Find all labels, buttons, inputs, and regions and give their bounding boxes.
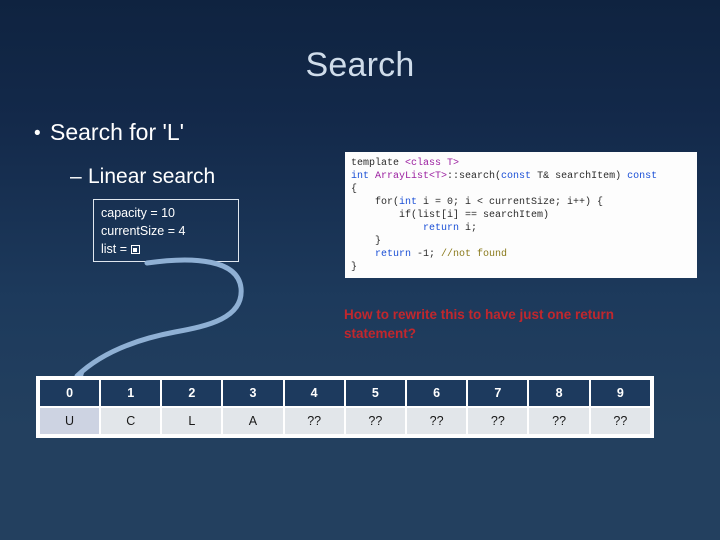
code-line-4: for(int i = 0; i < currentSize; i++) { [351, 196, 697, 209]
array-value-cell: ?? [345, 408, 405, 434]
table-row-indices: 0123456789 [40, 380, 650, 406]
code-token: ::search( [447, 171, 502, 182]
code-line-3: { [351, 184, 358, 195]
array-index-cell: 2 [162, 380, 222, 406]
page-title: Search [305, 46, 415, 84]
code-line-9: } [351, 262, 358, 273]
slide-canvas: Search • Search for 'L' – Linear search ca… [0, 0, 720, 540]
code-token: int [399, 197, 418, 208]
code-token: for( [351, 197, 400, 208]
question-text: How to rewrite this to have just one ret… [344, 307, 615, 341]
array-value-cell: C [101, 408, 161, 434]
array-value-cell: ?? [284, 408, 344, 434]
array-index-cell: 1 [101, 380, 161, 406]
code-token: i; [459, 223, 478, 234]
variable-state-box: capacity = 10 currentSize = 4 list = [93, 199, 239, 262]
array-value-cell: ?? [529, 408, 589, 434]
code-snippet-block: template <class T> int ArrayList<T>::sea… [345, 152, 697, 278]
bullet-level2-label: Linear search [88, 165, 216, 188]
variable-list-label: list = [101, 242, 131, 256]
code-token: const [627, 171, 658, 182]
array-value-cell: ?? [407, 408, 467, 434]
code-token: <class T> [405, 158, 460, 169]
code-token: return [375, 249, 412, 260]
code-token: const [501, 171, 532, 182]
code-line-2: int ArrayList<T>::search(const T& search… [351, 170, 697, 183]
variable-list-pointer: list = [101, 240, 238, 258]
array-index-cell: 9 [590, 380, 650, 406]
code-line-6: return i; [351, 222, 697, 235]
bullet-level1: • Search for 'L' [34, 118, 184, 148]
code-token: T& searchItem) [531, 171, 628, 182]
code-token: template [351, 158, 406, 169]
code-token: int [351, 171, 376, 182]
bullet-level1-label: Search for 'L' [50, 119, 185, 145]
variable-capacity: capacity = 10 [101, 206, 176, 220]
code-line-7: } [351, 236, 382, 247]
code-line-1: template <class T> [351, 157, 697, 170]
pointer-box-icon [130, 245, 140, 254]
array-index-cell: 6 [407, 380, 467, 406]
array-value-cell: L [162, 408, 222, 434]
variable-currentsize: currentSize = 4 [101, 224, 186, 238]
array-index-cell: 4 [284, 380, 344, 406]
bullet-dash-icon: – [70, 165, 82, 188]
array-index-cell: 8 [529, 380, 589, 406]
array-index-cell: 3 [223, 380, 283, 406]
array-value-cell: ?? [468, 408, 528, 434]
code-token: i = 0; i < currentSize; i++) { [417, 197, 604, 208]
code-token: ArrayList<T> [375, 171, 448, 182]
array-value-cell: ?? [590, 408, 650, 434]
array-index-cell: 5 [345, 380, 405, 406]
array-value-cell: U [40, 408, 100, 434]
array-index-cell: 0 [40, 380, 100, 406]
code-token: -1; [411, 249, 442, 260]
array-table: 0123456789 U C L A???????????? [36, 376, 654, 438]
array-value-cell: A [223, 408, 283, 434]
code-token: //not found [441, 249, 508, 260]
code-line-5: if(list[i] == searchItem) [351, 210, 550, 221]
bullet-dot-icon: • [34, 123, 41, 144]
table-row-values: U C L A???????????? [40, 408, 650, 434]
code-line-8: return -1; //not found [351, 248, 697, 261]
bullet-level2: – Linear search [70, 164, 215, 190]
array-index-cell: 7 [468, 380, 528, 406]
code-token: return [423, 223, 460, 234]
